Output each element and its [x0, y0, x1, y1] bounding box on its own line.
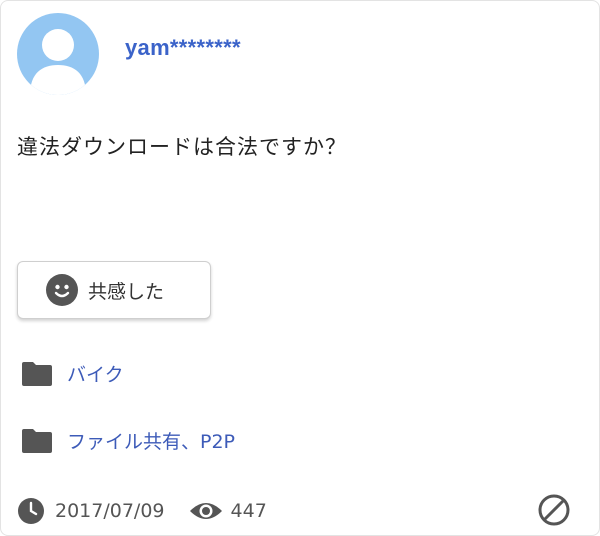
- question-text: 違法ダウンロードは合法ですか？: [17, 135, 347, 159]
- folder-icon: [22, 361, 52, 386]
- user-avatar[interactable]: [17, 13, 99, 95]
- post-date: 2017/07/09: [55, 500, 165, 522]
- question-card: yam******** 違法ダウンロードは合法ですか？ 共感した バイク ファイ…: [0, 0, 600, 536]
- empathy-label: 共感した: [88, 280, 165, 303]
- post-meta: 2017/07/09 447: [17, 497, 267, 525]
- category-link[interactable]: バイク: [67, 360, 124, 387]
- folder-icon: [22, 428, 52, 453]
- default-user-icon: [30, 29, 86, 95]
- username[interactable]: yam********: [125, 35, 241, 61]
- smiley-icon: [46, 274, 78, 306]
- category-item[interactable]: バイク: [21, 360, 124, 387]
- category-item[interactable]: ファイル共有、P2P: [21, 427, 235, 454]
- report-icon[interactable]: [537, 493, 571, 527]
- clock-icon: [18, 498, 44, 524]
- view-count: 447: [230, 500, 267, 522]
- category-link[interactable]: ファイル共有、P2P: [67, 427, 235, 454]
- eye-icon: [189, 503, 222, 519]
- empathy-button[interactable]: 共感した: [17, 261, 211, 319]
